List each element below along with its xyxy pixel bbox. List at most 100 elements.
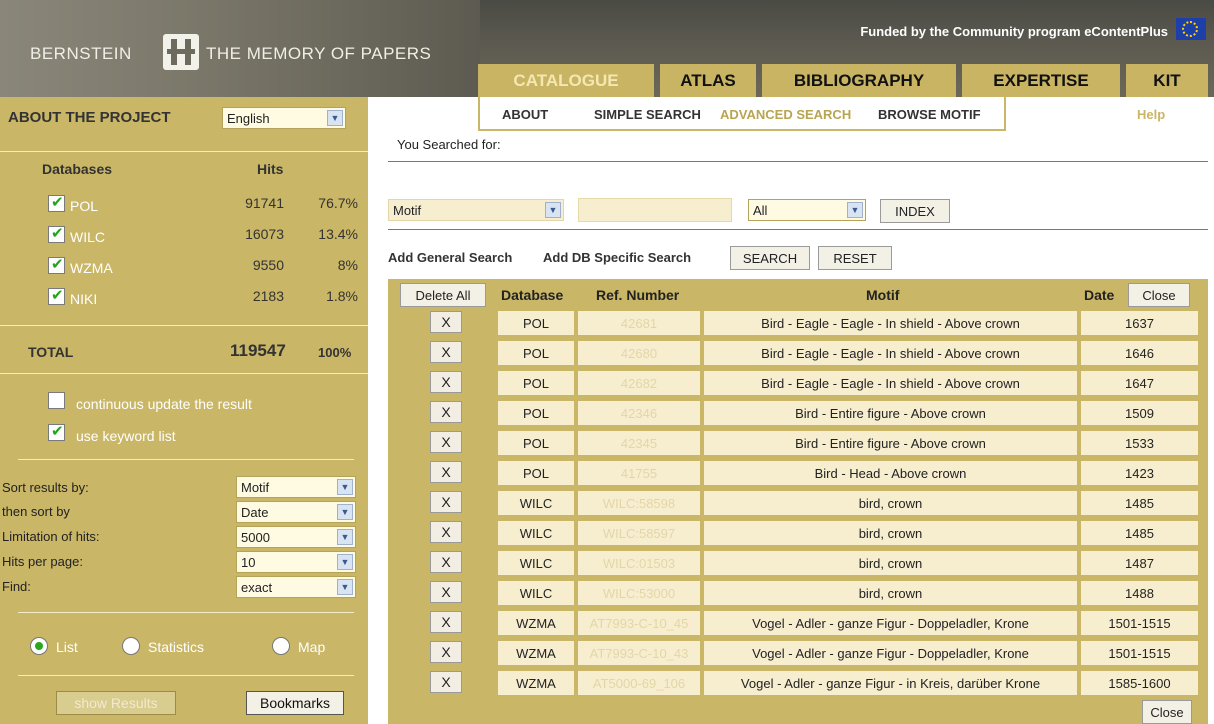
remove-row-button[interactable]: X — [430, 371, 462, 393]
cell-date: 1501-1515 — [1081, 641, 1198, 665]
subnav-simple-search[interactable]: SIMPLE SEARCH — [594, 107, 701, 122]
chevron-down-icon: ▼ — [337, 529, 353, 545]
remove-row-button[interactable]: X — [430, 641, 462, 663]
cell-ref-number[interactable]: 42680 — [578, 341, 700, 365]
find-select[interactable]: exact ▼ — [236, 576, 356, 598]
sort-by-value: Motif — [241, 480, 270, 495]
table-row: X POL 42345 Bird - Entire figure - Above cr… — [388, 431, 1208, 455]
add-db-specific-search-link[interactable]: Add DB Specific Search — [543, 250, 691, 265]
cell-ref-number[interactable]: 42682 — [578, 371, 700, 395]
search-button[interactable]: SEARCH — [730, 246, 810, 270]
close-top-button[interactable]: Close — [1128, 283, 1190, 307]
cell-ref-number[interactable]: WILC:58597 — [578, 521, 700, 545]
view-list-radio[interactable] — [30, 637, 48, 655]
remove-row-button[interactable]: X — [430, 311, 462, 333]
hits-per-page-select[interactable]: 10 ▼ — [236, 551, 356, 573]
tab-atlas[interactable]: ATLAS — [660, 64, 756, 97]
cell-ref-number[interactable]: AT5000-69_106 — [578, 671, 700, 695]
db-row-wilc: ✔ WILC 16073 13.4% — [48, 225, 358, 248]
db-checkbox-pol[interactable]: ✔ — [48, 194, 65, 212]
site-header: BERNSTEIN THE MEMORY OF PAPERS Funded by… — [0, 0, 1214, 97]
close-bottom-button[interactable]: Close — [1142, 700, 1192, 724]
view-statistics-label: Statistics — [148, 639, 205, 655]
cell-ref-number[interactable]: AT7993-C-10_45 — [578, 611, 700, 635]
cell-ref-number[interactable]: WILC:58598 — [578, 491, 700, 515]
language-value: English — [227, 111, 270, 126]
remove-row-button[interactable]: X — [430, 431, 462, 453]
cell-motif: Bird - Eagle - Eagle - In shield - Above… — [704, 371, 1077, 395]
cell-ref-number[interactable]: WILC:01503 — [578, 551, 700, 575]
cell-ref-number[interactable]: 42345 — [578, 431, 700, 455]
db-checkbox-niki[interactable]: ✔ — [48, 287, 65, 305]
subnav-advanced-search[interactable]: ADVANCED SEARCH — [720, 107, 851, 122]
reset-button[interactable]: RESET — [818, 246, 892, 270]
remove-row-button[interactable]: X — [430, 521, 462, 543]
continuous-update-checkbox[interactable] — [48, 392, 65, 409]
view-statistics-radio[interactable] — [122, 637, 140, 655]
databases-header: Databases — [42, 161, 113, 177]
help-link[interactable]: Help — [1137, 107, 1165, 122]
keyword-list-checkbox[interactable]: ✔ — [48, 423, 65, 441]
then-sort-by-label: then sort by — [2, 504, 70, 519]
keyword-list-label: use keyword list — [76, 428, 176, 444]
search-field-select[interactable]: Motif ▼ — [388, 199, 564, 221]
table-row: X WILC WILC:53000 bird, crown 1488 — [388, 581, 1208, 605]
cell-database: POL — [498, 431, 574, 455]
cell-date: 1487 — [1081, 551, 1198, 575]
add-general-search-link[interactable]: Add General Search — [388, 250, 512, 265]
db-name: WZMA — [70, 260, 113, 276]
col-date[interactable]: Date — [1084, 287, 1114, 303]
remove-row-button[interactable]: X — [430, 401, 462, 423]
col-database[interactable]: Database — [501, 287, 563, 303]
index-button[interactable]: INDEX — [880, 199, 950, 223]
tab-bibliography[interactable]: BIBLIOGRAPHY — [762, 64, 956, 97]
view-map-radio[interactable] — [272, 637, 290, 655]
cell-ref-number[interactable]: 42346 — [578, 401, 700, 425]
tab-kit[interactable]: KIT — [1126, 64, 1208, 97]
remove-row-button[interactable]: X — [430, 491, 462, 513]
remove-row-button[interactable]: X — [430, 611, 462, 633]
cell-motif: Vogel - Adler - ganze Figur - Doppeladle… — [704, 641, 1077, 665]
delete-all-button[interactable]: Delete All — [400, 283, 486, 307]
tab-catalogue[interactable]: CATALOGUE — [478, 64, 654, 97]
language-select[interactable]: English ▼ — [222, 107, 346, 129]
bookmarks-button[interactable]: Bookmarks — [246, 691, 344, 715]
remove-row-button[interactable]: X — [430, 581, 462, 603]
cell-motif: Bird - Eagle - Eagle - In shield - Above… — [704, 341, 1077, 365]
search-scope-select[interactable]: All ▼ — [748, 199, 866, 221]
cell-ref-number[interactable]: 41755 — [578, 461, 700, 485]
cell-database: WZMA — [498, 671, 574, 695]
cell-date: 1637 — [1081, 311, 1198, 335]
db-row-niki: ✔ NIKI 2183 1.8% — [48, 287, 358, 310]
db-checkbox-wilc[interactable]: ✔ — [48, 225, 65, 243]
remove-row-button[interactable]: X — [430, 461, 462, 483]
cell-ref-number[interactable]: 42681 — [578, 311, 700, 335]
db-pct: 1.8% — [326, 288, 358, 304]
subnav-browse-motif[interactable]: BROWSE MOTIF — [878, 107, 981, 122]
col-ref-number[interactable]: Ref. Number — [596, 287, 679, 303]
col-motif[interactable]: Motif — [866, 287, 899, 303]
limitation-select[interactable]: 5000 ▼ — [236, 526, 356, 548]
remove-row-button[interactable]: X — [430, 341, 462, 363]
cell-motif: bird, crown — [704, 491, 1077, 515]
show-results-button[interactable]: show Results — [56, 691, 176, 715]
cell-ref-number[interactable]: AT7993-C-10_43 — [578, 641, 700, 665]
about-project-title[interactable]: ABOUT THE PROJECT — [8, 109, 171, 126]
total-label: TOTAL — [28, 344, 74, 360]
logo-text-bernstein: BERNSTEIN — [30, 44, 132, 63]
db-checkbox-wzma[interactable]: ✔ — [48, 256, 65, 274]
subnav-about[interactable]: ABOUT — [502, 107, 548, 122]
remove-row-button[interactable]: X — [430, 551, 462, 573]
cell-motif: Bird - Eagle - Eagle - In shield - Above… — [704, 311, 1077, 335]
tab-expertise[interactable]: EXPERTISE — [962, 64, 1120, 97]
hits-per-page-label: Hits per page: — [2, 554, 83, 569]
search-term-input[interactable] — [578, 198, 732, 222]
db-name: POL — [70, 198, 99, 214]
remove-row-button[interactable]: X — [430, 671, 462, 693]
then-sort-by-select[interactable]: Date ▼ — [236, 501, 356, 523]
cell-database: WILC — [498, 551, 574, 575]
table-row: X WZMA AT7993-C-10_43 Vogel - Adler - ganze… — [388, 641, 1208, 665]
checkmark-icon: ✔ — [51, 423, 64, 440]
cell-ref-number[interactable]: WILC:53000 — [578, 581, 700, 605]
sort-by-select[interactable]: Motif ▼ — [236, 476, 356, 498]
